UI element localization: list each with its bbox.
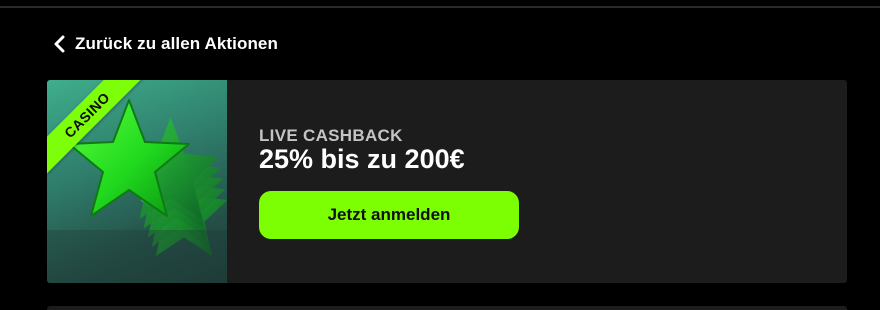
back-to-promotions-link[interactable]: Zurück zu allen Aktionen bbox=[53, 33, 278, 55]
register-now-button[interactable]: Jetzt anmelden bbox=[259, 191, 519, 239]
chevron-left-icon bbox=[53, 35, 67, 53]
promo-card: CASINO LIVE CASHBACK 25% bis zu 200€ Jet… bbox=[47, 80, 847, 283]
top-divider bbox=[0, 6, 880, 8]
next-promo-card bbox=[47, 306, 847, 310]
promo-image: CASINO bbox=[47, 80, 227, 283]
promo-title: 25% bis zu 200€ bbox=[259, 144, 465, 174]
back-link-label: Zurück zu allen Aktionen bbox=[75, 34, 278, 53]
promo-subtitle: LIVE CASHBACK bbox=[259, 126, 403, 145]
